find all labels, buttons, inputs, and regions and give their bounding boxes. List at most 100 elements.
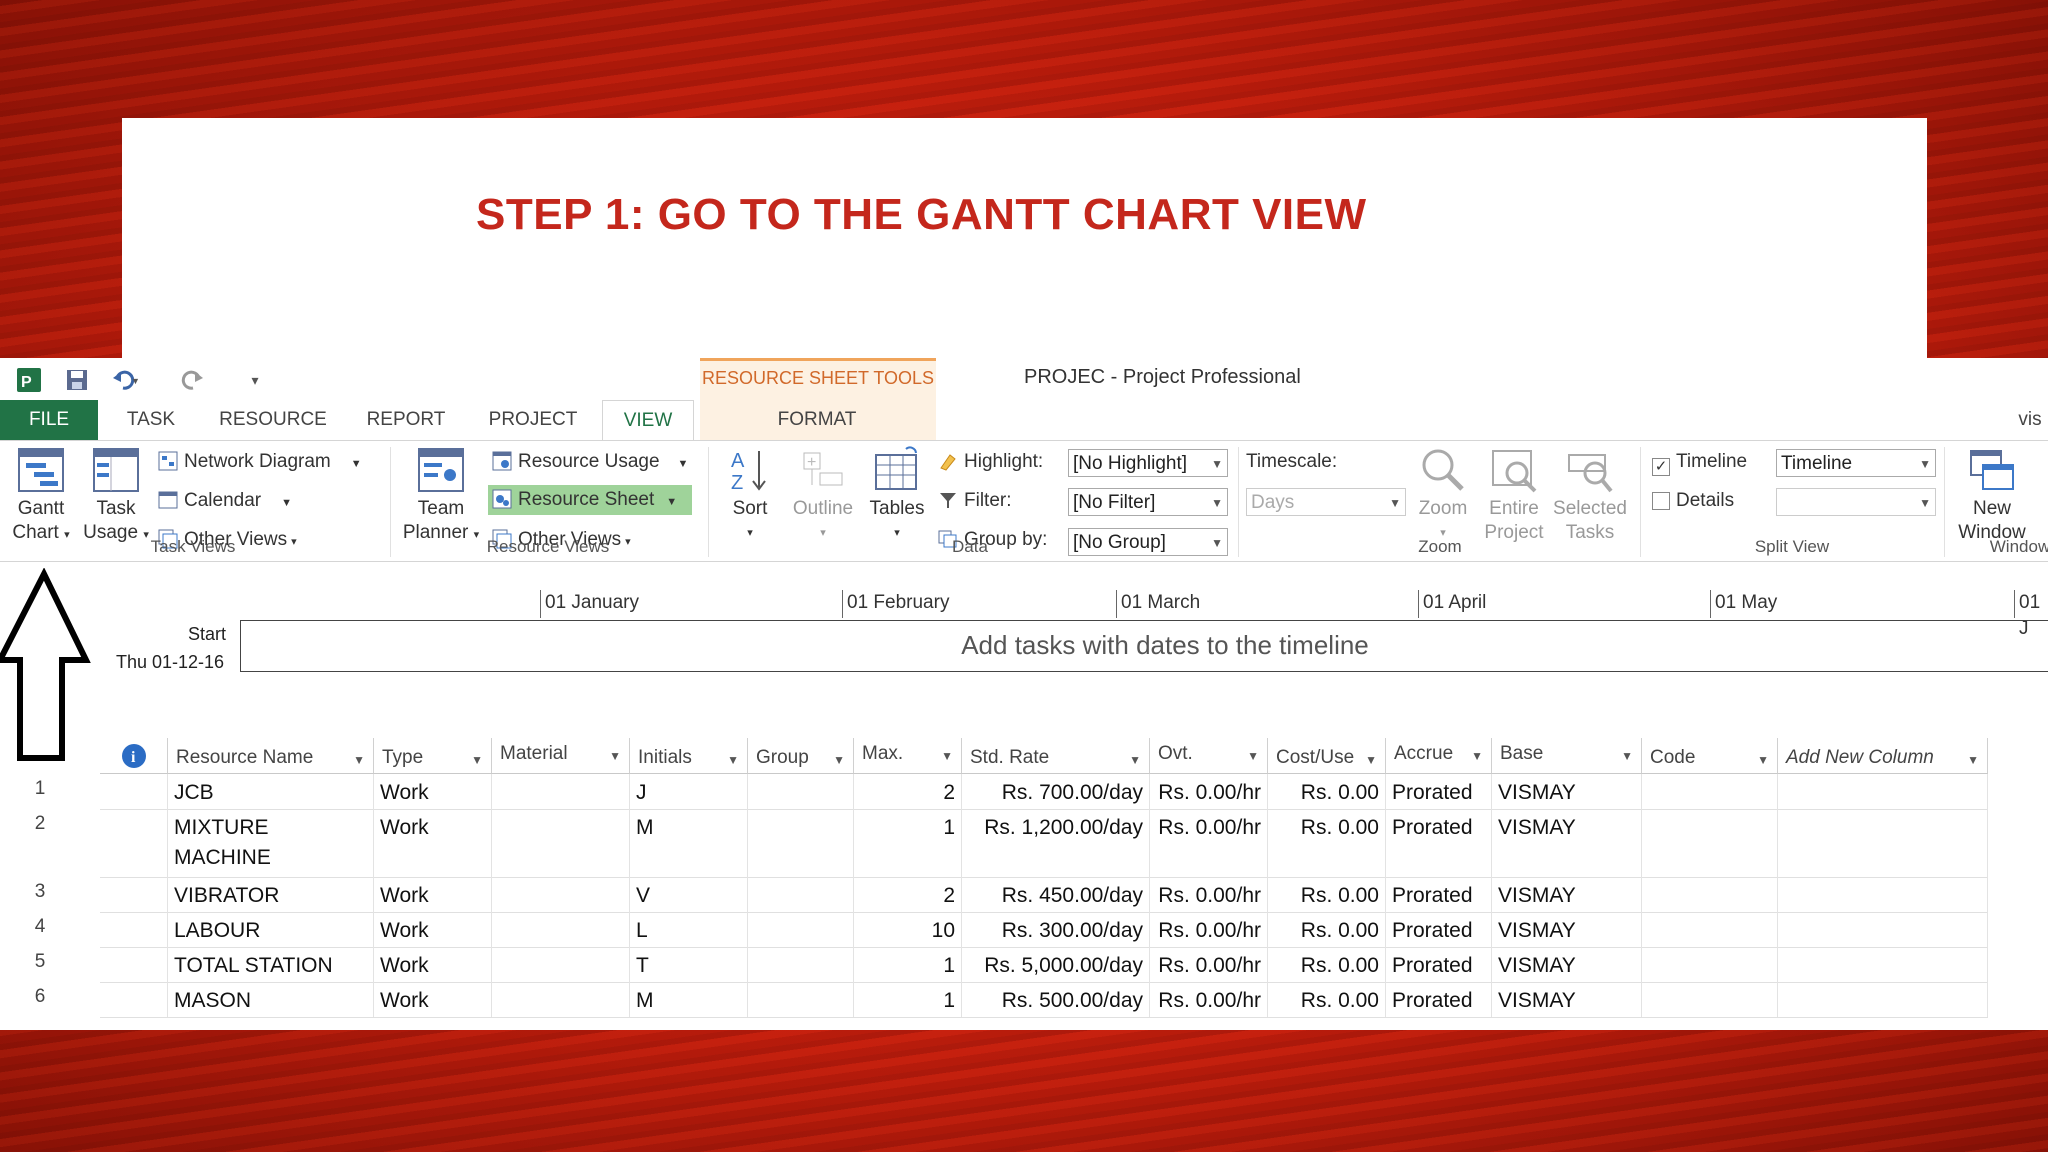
cell-code[interactable] (1642, 809, 1778, 877)
indicator-cell[interactable] (100, 912, 168, 947)
table-row[interactable]: 1 JCB Work J 2 Rs. 700.00/day Rs. 0.00/hr Rs. 0… (35, 774, 1988, 810)
undo-icon[interactable]: ▼ (110, 365, 140, 395)
cell-new-column[interactable] (1778, 774, 1988, 809)
cell-initials[interactable]: V (630, 877, 748, 912)
cell-accrue[interactable]: Prorated (1386, 877, 1492, 912)
customize-toolbar-icon[interactable]: ▾ (240, 365, 270, 395)
resource-usage-button[interactable]: Resource Usage ▼ (492, 447, 688, 477)
timeline-checkbox[interactable]: ✓ Timeline (1652, 447, 1747, 477)
cell-name[interactable]: MIXTURE MACHINE (168, 809, 374, 877)
cell-name[interactable]: TOTAL STATION (168, 947, 374, 982)
group-by-dropdown[interactable]: [No Group] ▼ (1068, 528, 1228, 556)
cell-group[interactable] (748, 947, 854, 982)
details-checkbox[interactable]: Details (1652, 486, 1734, 516)
cell-accrue[interactable]: Prorated (1386, 982, 1492, 1017)
cell-ovt[interactable]: Rs. 0.00/hr (1150, 947, 1268, 982)
indicators-header[interactable]: i (100, 738, 168, 774)
new-window-button[interactable]: New Window (1950, 445, 2034, 545)
cell-std-rate[interactable]: Rs. 5,000.00/day (962, 947, 1150, 982)
row-id[interactable]: 6 (0, 982, 80, 1008)
cell-initials[interactable]: T (630, 947, 748, 982)
timeline-dropdown[interactable]: Timeline ▼ (1776, 449, 1936, 477)
cell-initials[interactable]: M (630, 809, 748, 877)
cell-code[interactable] (1642, 774, 1778, 809)
column-header-base[interactable]: Base ▼ (1492, 738, 1642, 774)
outline-button[interactable]: + Outline ▾ (786, 445, 860, 545)
cell-ovt[interactable]: Rs. 0.00/hr (1150, 774, 1268, 809)
table-row[interactable]: 5 TOTAL STATION Work T 1 Rs. 5,000.00/day Rs. … (35, 947, 1988, 983)
network-diagram-button[interactable]: Network Diagram ▼ (158, 447, 362, 477)
cell-max[interactable]: 1 (854, 982, 962, 1017)
cell-type[interactable]: Work (374, 982, 492, 1017)
cell-group[interactable] (748, 982, 854, 1017)
tab-format[interactable]: FORMAT (760, 400, 874, 440)
table-row[interactable]: 2 MIXTURE MACHINE Work M 1 Rs. 1,200.00/day Rs… (35, 809, 1988, 878)
row-id[interactable]: 1 (0, 774, 80, 800)
cell-type[interactable]: Work (374, 774, 492, 809)
cell-std-rate[interactable]: Rs. 1,200.00/day (962, 809, 1150, 877)
cell-name[interactable]: LABOUR (168, 912, 374, 947)
table-row[interactable]: 3 VIBRATOR Work V 2 Rs. 450.00/day Rs. 0.00/hr… (35, 877, 1988, 913)
cell-cost-use[interactable]: Rs. 0.00 (1268, 947, 1386, 982)
indicator-cell[interactable] (100, 982, 168, 1017)
tables-button[interactable]: Tables ▾ (862, 445, 932, 545)
column-header-ovt[interactable]: Ovt. ▼ (1150, 738, 1268, 774)
cell-base[interactable]: VISMAY (1492, 912, 1642, 947)
cell-code[interactable] (1642, 912, 1778, 947)
cell-material[interactable] (492, 982, 630, 1017)
column-header-cost-use[interactable]: Cost/Use ▼ (1268, 738, 1386, 774)
column-header-group[interactable]: Group ▼ (748, 738, 854, 774)
indicator-cell[interactable] (100, 809, 168, 877)
cell-material[interactable] (492, 774, 630, 809)
cell-max[interactable]: 2 (854, 774, 962, 809)
cell-accrue[interactable]: Prorated (1386, 774, 1492, 809)
row-id[interactable]: 5 (0, 947, 80, 973)
cell-max[interactable]: 1 (854, 809, 962, 877)
cell-ovt[interactable]: Rs. 0.00/hr (1150, 809, 1268, 877)
calendar-button[interactable]: Calendar ▼ (158, 486, 292, 516)
cell-max[interactable]: 2 (854, 877, 962, 912)
tab-project[interactable]: PROJECT (484, 400, 582, 440)
table-row[interactable]: 6 MASON Work M 1 Rs. 500.00/day Rs. 0.00/hr Rs.… (35, 982, 1988, 1018)
column-header-accrue[interactable]: Accrue ▼ (1386, 738, 1492, 774)
cell-code[interactable] (1642, 947, 1778, 982)
cell-material[interactable] (492, 809, 630, 877)
cell-material[interactable] (492, 877, 630, 912)
cell-initials[interactable]: L (630, 912, 748, 947)
cell-base[interactable]: VISMAY (1492, 947, 1642, 982)
tab-resource[interactable]: RESOURCE (218, 400, 328, 440)
indicator-cell[interactable] (100, 774, 168, 809)
cell-std-rate[interactable]: Rs. 300.00/day (962, 912, 1150, 947)
sort-button[interactable]: AZ Sort ▾ (718, 445, 782, 545)
cell-name[interactable]: VIBRATOR (168, 877, 374, 912)
cell-cost-use[interactable]: Rs. 0.00 (1268, 774, 1386, 809)
row-id[interactable]: 3 (0, 877, 80, 903)
cell-new-column[interactable] (1778, 912, 1988, 947)
tab-report[interactable]: REPORT (362, 400, 450, 440)
cell-group[interactable] (748, 877, 854, 912)
cell-new-column[interactable] (1778, 947, 1988, 982)
column-header-type[interactable]: Type ▼ (374, 738, 492, 774)
cell-new-column[interactable] (1778, 809, 1988, 877)
cell-accrue[interactable]: Prorated (1386, 809, 1492, 877)
cell-ovt[interactable]: Rs. 0.00/hr (1150, 877, 1268, 912)
zoom-button[interactable]: Zoom ▾ (1410, 445, 1476, 545)
table-row[interactable]: 4 LABOUR Work L 10 Rs. 300.00/day Rs. 0.00/hr R… (35, 912, 1988, 948)
cell-group[interactable] (748, 774, 854, 809)
cell-cost-use[interactable]: Rs. 0.00 (1268, 877, 1386, 912)
cell-initials[interactable]: J (630, 774, 748, 809)
cell-max[interactable]: 10 (854, 912, 962, 947)
cell-cost-use[interactable]: Rs. 0.00 (1268, 809, 1386, 877)
cell-ovt[interactable]: Rs. 0.00/hr (1150, 912, 1268, 947)
cell-accrue[interactable]: Prorated (1386, 947, 1492, 982)
task-usage-button[interactable]: Task Usage ▾ (80, 445, 152, 547)
row-id[interactable]: 4 (0, 912, 80, 938)
tab-file[interactable]: FILE (0, 400, 98, 440)
cell-code[interactable] (1642, 877, 1778, 912)
cell-group[interactable] (748, 912, 854, 947)
column-header-resource-name[interactable]: Resource Name ▼ (168, 738, 374, 774)
cell-initials[interactable]: M (630, 982, 748, 1017)
timeline-pane[interactable]: 01 January 01 February 01 March 01 April… (0, 590, 2048, 690)
cell-type[interactable]: Work (374, 912, 492, 947)
cell-cost-use[interactable]: Rs. 0.00 (1268, 912, 1386, 947)
